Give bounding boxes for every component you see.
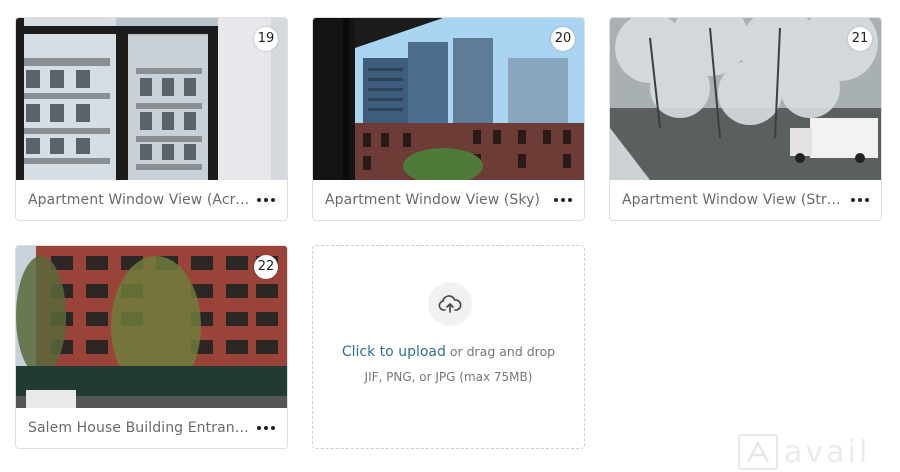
photo-number-badge: 22: [254, 255, 278, 279]
photo-title: Apartment Window View (Across Street): [28, 192, 251, 208]
photo-title: Salem House Building Entrance: [28, 420, 251, 436]
photo-card-22[interactable]: 22 Salem House Building Entrance: [15, 245, 288, 449]
photo-card-20[interactable]: 20 Apartment Window View (Sky): [312, 17, 585, 221]
drag-drop-text: or drag and drop: [445, 344, 556, 359]
photo-card-19[interactable]: 19 Apartment Window View (Across Street): [15, 17, 288, 221]
more-horizontal-icon[interactable]: [845, 190, 869, 210]
photo-title: Apartment Window View (Street): [622, 192, 845, 208]
avail-logo-text: avail: [784, 434, 871, 470]
more-horizontal-icon[interactable]: [548, 190, 572, 210]
photo-title: Apartment Window View (Sky): [325, 192, 541, 208]
cloud-upload-icon: [428, 282, 472, 326]
avail-watermark: avail: [738, 432, 900, 472]
upload-formats-text: JIF, PNG, or JPG (max 75MB): [364, 370, 533, 384]
photo-thumbnail[interactable]: [16, 246, 287, 408]
avail-logo-icon: [738, 434, 778, 470]
photo-thumbnail[interactable]: [313, 18, 584, 180]
upload-dropzone[interactable]: Click to upload or drag and drop JIF, PN…: [312, 245, 585, 449]
photo-number-badge: 19: [254, 27, 278, 51]
photo-number-badge: 21: [848, 27, 872, 51]
photo-number-badge: 20: [551, 27, 575, 51]
more-horizontal-icon[interactable]: [251, 418, 275, 438]
photo-card-21[interactable]: 21 Apartment Window View (Street): [609, 17, 882, 221]
photo-thumbnail[interactable]: [16, 18, 287, 180]
click-to-upload-link[interactable]: Click to upload: [342, 344, 446, 360]
more-horizontal-icon[interactable]: [251, 190, 275, 210]
photo-thumbnail[interactable]: [610, 18, 881, 180]
